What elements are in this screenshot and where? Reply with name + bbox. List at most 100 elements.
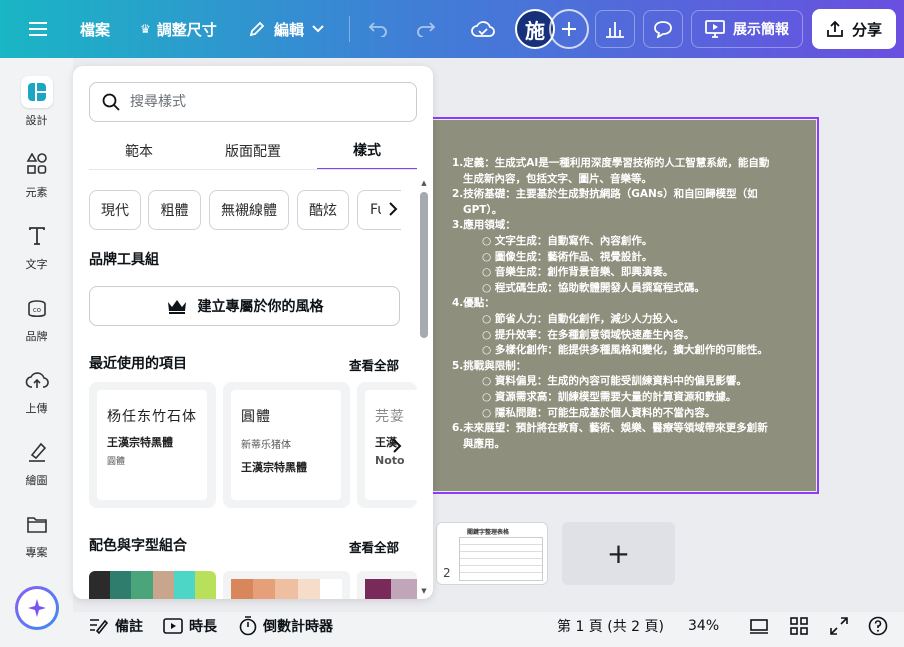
slide-text-line: ○ 圖像生成：藝術作品、視覺設計。 — [482, 250, 653, 263]
search-box[interactable] — [89, 82, 417, 122]
share-icon — [827, 20, 843, 37]
rail-item-text[interactable]: 文字 — [0, 220, 73, 272]
edit-mode-button[interactable]: 編輯 — [248, 0, 324, 58]
sparkle-icon — [28, 599, 46, 617]
slide-text-line: 1.定義：生成式AI是一種利用深度學習技術的人工智慧系統，能自動 — [452, 157, 770, 169]
notes-button[interactable]: 備註 — [89, 612, 143, 640]
undo-icon[interactable] — [362, 10, 394, 48]
color-palette-card[interactable] — [357, 571, 417, 599]
rail-item-design[interactable]: 設計 — [0, 76, 73, 128]
resize-button[interactable]: ♛ 調整尺寸 — [140, 0, 217, 58]
timer-icon — [239, 616, 257, 636]
file-label: 檔案 — [80, 20, 111, 39]
chevron-right-icon[interactable] — [385, 434, 409, 458]
chip-bold[interactable]: 粗體 — [148, 190, 201, 230]
zoom-level[interactable]: 34% — [688, 612, 719, 640]
share-label: 分享 — [851, 20, 882, 39]
font-sample-1: 杨任东竹石体 — [107, 409, 197, 425]
color-swatch — [152, 571, 174, 599]
cloud-saved-icon[interactable] — [464, 10, 502, 48]
color-swatch — [231, 579, 254, 599]
page-indicator[interactable]: 第 1 頁 (共 2 頁) — [557, 612, 664, 640]
scroll-down-icon[interactable]: ▼ — [419, 586, 429, 596]
scroll-thumb[interactable] — [420, 192, 428, 338]
tab-templates[interactable]: 範本 — [89, 132, 189, 170]
color-swatch — [365, 579, 391, 599]
slide-text-line: GPT）。 — [452, 203, 503, 216]
panel-tabs: 範本 版面配置 樣式 — [89, 132, 417, 170]
tab-layouts[interactable]: 版面配置 — [203, 132, 303, 170]
rail-label: 品牌 — [25, 330, 48, 343]
zoom-label: 34% — [688, 618, 720, 634]
font-sample-3: 王漢宗特黑體 — [241, 461, 307, 474]
tab-divider — [89, 169, 417, 170]
rail-item-elements[interactable]: 元素 — [0, 148, 73, 200]
help-icon[interactable] — [868, 612, 888, 640]
resize-label: 調整尺寸 — [156, 20, 217, 39]
slide-text-line: ○ 資源需求高：訓練模型需要大量的計算資源和數據。 — [482, 390, 737, 403]
color-palette-card[interactable] — [89, 571, 216, 599]
scroll-up-icon[interactable]: ▲ — [419, 178, 429, 188]
comment-button[interactable] — [643, 10, 683, 48]
share-button[interactable]: 分享 — [812, 9, 896, 49]
color-swatch — [173, 571, 195, 599]
style-filter-chips: 現代 粗體 無襯線體 酷炫 Fut — [89, 190, 401, 230]
slide-text-box[interactable]: 1.定義：生成式AI是一種利用深度學習技術的人工智慧系統，能自動 生成新內容，包… — [452, 156, 792, 452]
rail-label: 繪圖 — [25, 474, 48, 487]
grid-view-icon[interactable] — [790, 612, 808, 640]
brand-kit-title: 品牌工具組 — [89, 252, 159, 268]
shapes-icon — [21, 148, 53, 180]
tab-styles[interactable]: 樣式 — [317, 132, 417, 170]
color-swatch — [110, 571, 132, 599]
rail-label: 專案 — [25, 546, 48, 559]
bar-chart-icon — [606, 22, 624, 38]
slide-text-line: 5.挑戰與限制： — [452, 359, 527, 372]
color-swatch — [253, 579, 276, 599]
rail-label: 上傳 — [25, 402, 48, 415]
add-page-button[interactable]: + — [562, 522, 675, 585]
present-button[interactable]: 展示簡報 — [691, 10, 803, 48]
slide-text-line: ○ 資料偏見：生成的內容可能受訓練資料中的偏見影響。 — [482, 375, 747, 388]
invite-plus-button[interactable] — [549, 9, 589, 49]
tab-label: 樣式 — [353, 143, 381, 159]
see-all-combos-link[interactable]: 查看全部 — [349, 537, 399, 556]
font-style-card[interactable]: 杨任东竹石体 王漢宗特黑體 圓體 — [89, 382, 216, 508]
chip-cool[interactable]: 酷炫 — [297, 190, 349, 230]
duration-button[interactable]: 時長 — [163, 612, 217, 640]
analytics-button[interactable] — [595, 10, 635, 48]
see-all-label: 查看全部 — [348, 358, 399, 373]
rail-item-brand[interactable]: co 品牌 — [0, 292, 73, 344]
color-swatch — [319, 579, 343, 599]
page-thumbnail-2[interactable]: 關鍵字整理表格 2 — [436, 522, 548, 585]
chip-modern[interactable]: 現代 — [89, 190, 141, 230]
rail-item-uploads[interactable]: 上傳 — [0, 364, 73, 416]
thumbnail-number: 2 — [443, 566, 451, 580]
magic-assistant-button[interactable] — [15, 586, 59, 630]
create-brand-style-button[interactable]: 建立專屬於你的風格 — [89, 286, 400, 326]
search-input[interactable] — [130, 94, 390, 110]
chip-sans-serif[interactable]: 無襯線體 — [209, 190, 289, 230]
play-box-icon — [163, 618, 183, 634]
menu-icon[interactable] — [18, 10, 58, 48]
fullscreen-icon[interactable] — [830, 612, 848, 640]
chevron-right-icon[interactable] — [381, 197, 405, 221]
color-palette-card[interactable] — [223, 571, 350, 599]
avatar-initial: 施 — [525, 18, 545, 43]
redo-icon[interactable] — [410, 10, 442, 48]
tab-label: 版面配置 — [225, 144, 281, 160]
divider — [349, 16, 350, 42]
slide-canvas[interactable]: 1.定義：生成式AI是一種利用深度學習技術的人工智慧系統，能自動 生成新內容，包… — [429, 117, 819, 494]
rail-item-projects[interactable]: 專案 — [0, 508, 73, 560]
panel-scrollbar[interactable]: ▲ ▼ — [419, 178, 429, 596]
rail-item-draw[interactable]: 繪圖 — [0, 436, 73, 488]
see-all-label: 查看全部 — [348, 540, 399, 555]
plus-icon — [562, 22, 576, 36]
see-all-recent-link[interactable]: 查看全部 — [349, 355, 399, 374]
font-style-card[interactable]: 圓體 新蒂乐猪体 王漢宗特黑體 — [223, 382, 350, 508]
file-menu[interactable]: 檔案 — [80, 0, 110, 58]
page-info-label: 第 1 頁 (共 2 頁) — [557, 619, 664, 635]
page-view-icon[interactable] — [749, 612, 769, 640]
slide-text-line: ○ 多樣化創作：能提供多種風格和變化，擴大創作的可能性。 — [482, 344, 768, 357]
timer-button[interactable]: 倒數計時器 — [239, 612, 333, 640]
slide-text-line: 生成新內容，包括文字、圖片、音樂等。 — [452, 172, 652, 185]
